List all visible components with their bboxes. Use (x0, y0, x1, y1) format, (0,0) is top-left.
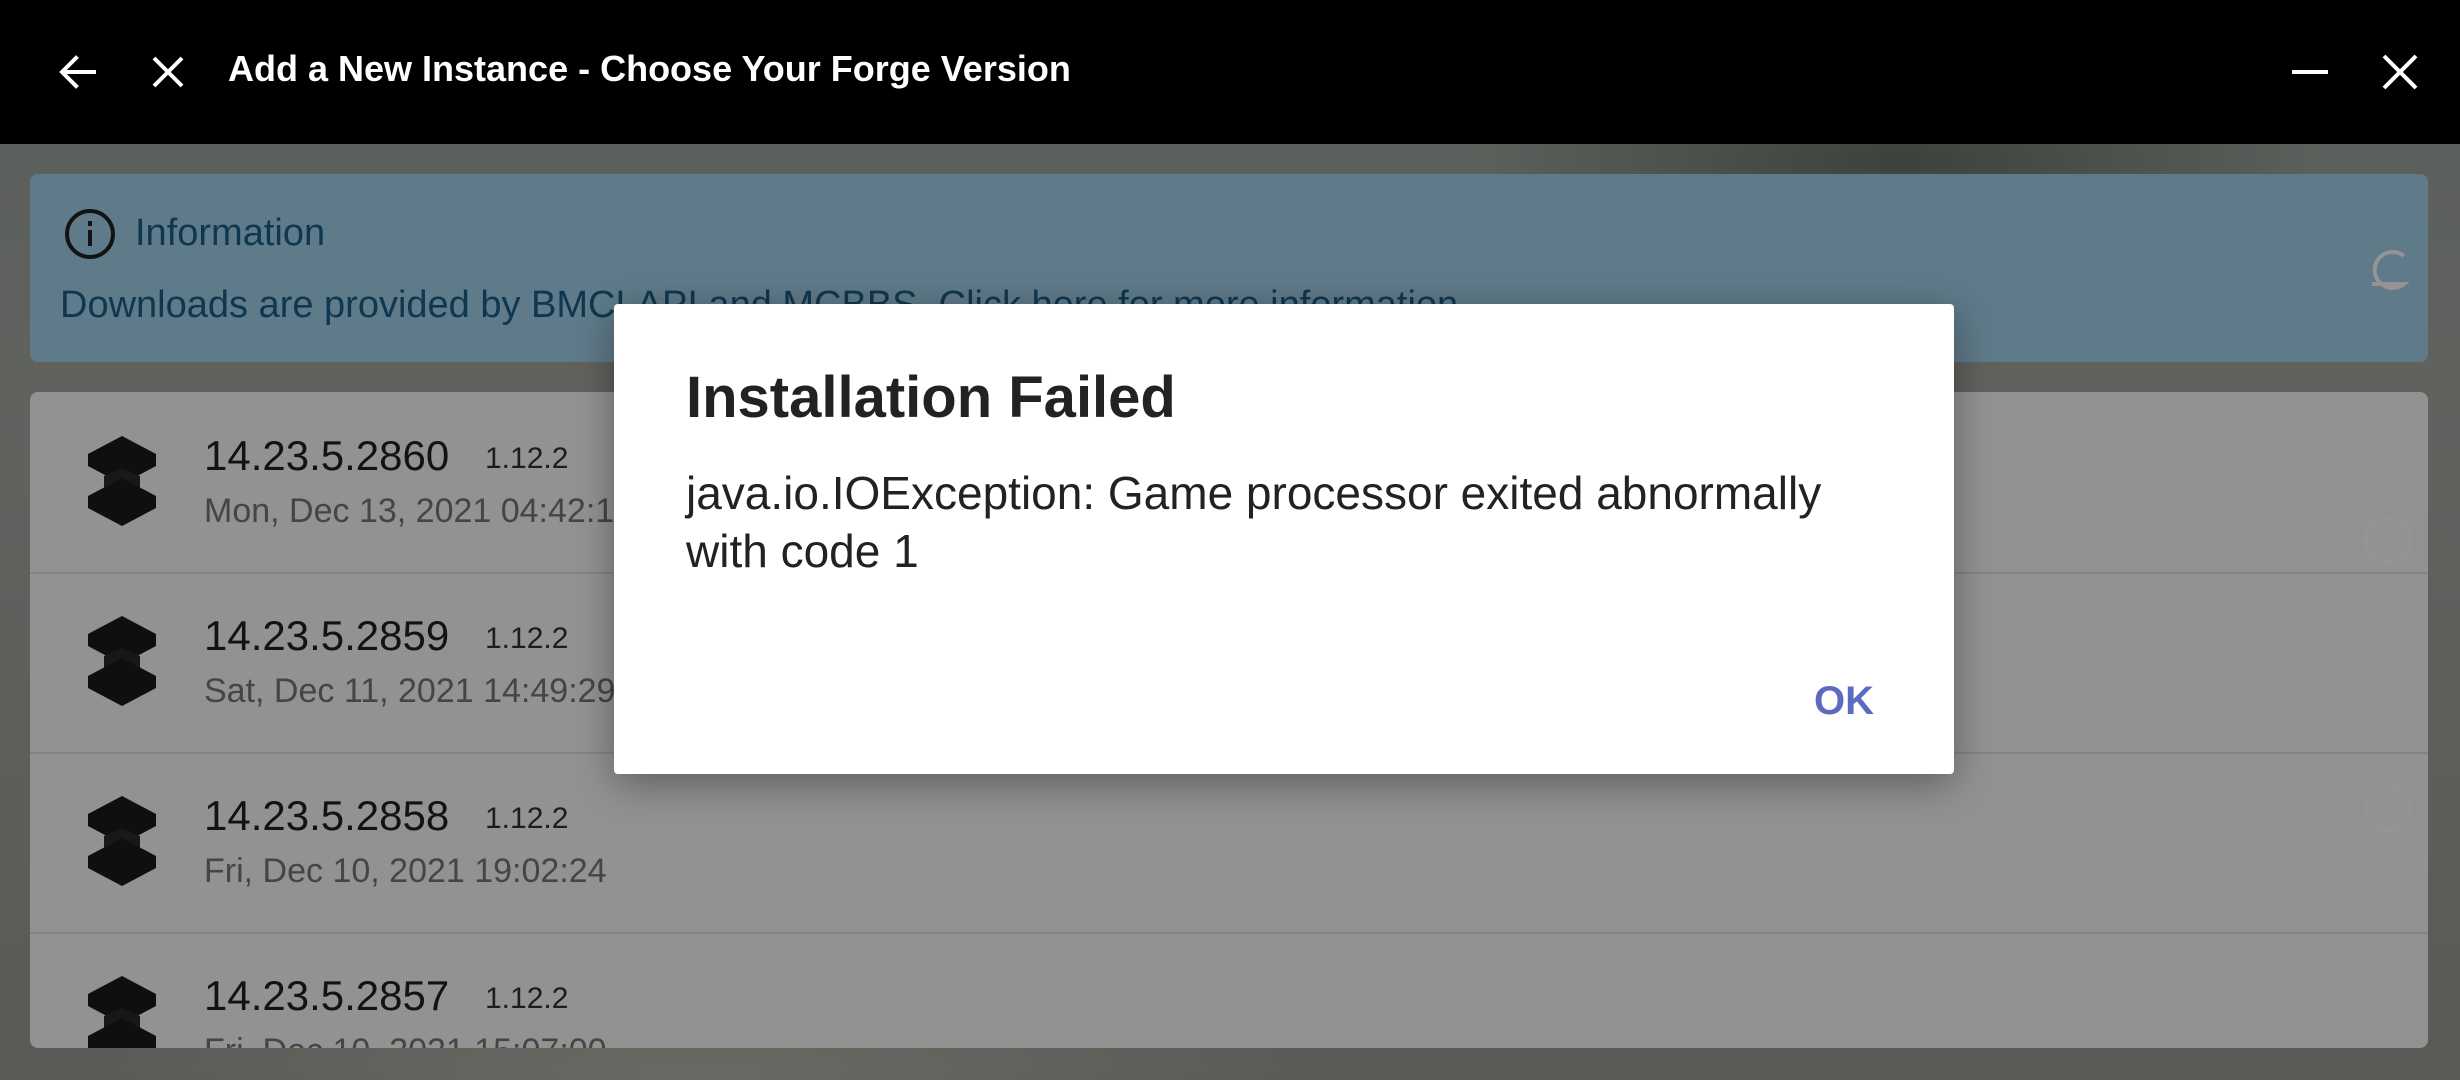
close-icon[interactable] (138, 42, 198, 102)
ok-button[interactable]: OK (1774, 664, 1914, 736)
page-title: Add a New Instance - Choose Your Forge V… (228, 48, 1071, 89)
window-close-icon[interactable] (2370, 42, 2430, 102)
dialog-title: Installation Failed (686, 365, 1176, 430)
minimize-icon[interactable] (2280, 42, 2340, 102)
dialog-message: java.io.IOException: Game processor exit… (686, 467, 1822, 577)
error-dialog: Installation Failed java.io.IOException:… (614, 304, 1954, 774)
title-bar: Add a New Instance - Choose Your Forge V… (0, 0, 2460, 144)
arrow-back-icon[interactable] (48, 42, 108, 102)
